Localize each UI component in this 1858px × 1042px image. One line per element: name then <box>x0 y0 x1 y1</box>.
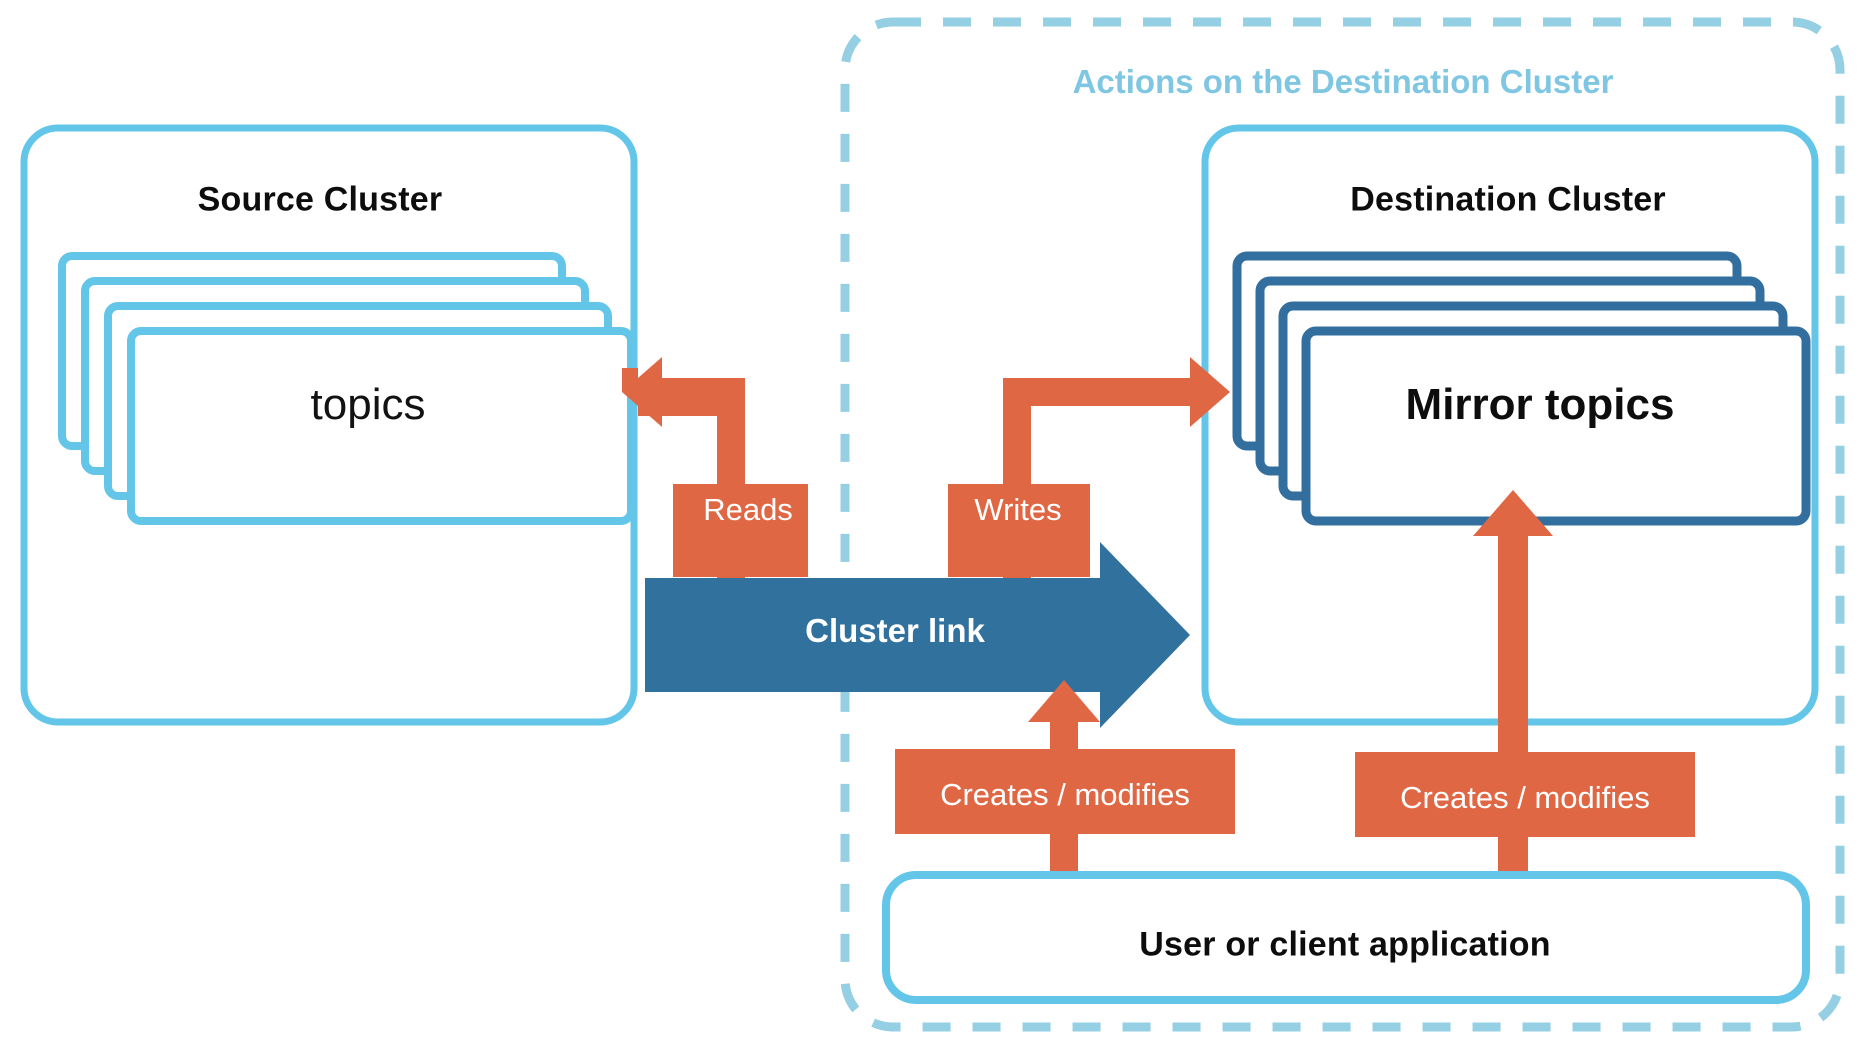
user-or-client-application-box <box>882 871 1810 1004</box>
mirror-topic-card-1 <box>1301 326 1811 526</box>
writes-arrow-elbow <box>1003 378 1192 406</box>
reads-label-chip <box>673 484 808 577</box>
reads-arrow-elbow <box>660 378 745 406</box>
creates-modifies-link-chip <box>895 749 1235 834</box>
writes-label-chip <box>948 484 1090 577</box>
diagram-canvas: Actions on the Destination Cluster Sourc… <box>0 0 1858 1042</box>
source-topic-card-1 <box>127 327 635 525</box>
diagram-graphics <box>20 17 1845 1032</box>
creates-modifies-mirror-chip <box>1355 752 1695 837</box>
